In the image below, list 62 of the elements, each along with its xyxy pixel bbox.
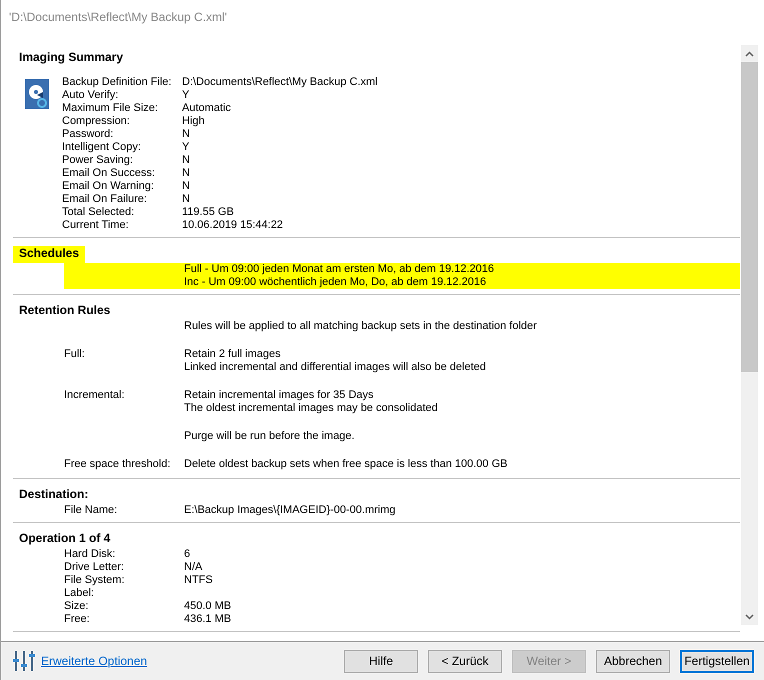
scroll-up-icon[interactable] (745, 50, 754, 56)
wizard-button[interactable]: Abbrechen (596, 650, 670, 672)
sliders-icon (13, 651, 35, 671)
advanced-options-link[interactable]: Erweiterte Optionen (41, 654, 148, 668)
field-label: Email On Success: (62, 167, 156, 180)
field-value: N (181, 167, 191, 180)
field-value: Y (181, 89, 190, 102)
field-label: Hard Disk: (64, 548, 116, 561)
field-value: Retain 2 full images (183, 348, 282, 361)
field-value: N (181, 128, 191, 141)
field-label: Drive Letter: (64, 561, 125, 574)
field-value: E:\Backup Images\{IMAGEID}-00-00.mrimg (183, 504, 397, 517)
field-value: N (181, 193, 191, 206)
field-value: High (181, 115, 206, 128)
scrollbar[interactable] (741, 45, 758, 625)
field-label: Full: (64, 348, 86, 362)
scroll-down-icon[interactable] (745, 614, 754, 620)
field-label: Free: (64, 613, 91, 626)
field-value: D:\Documents\Reflect\My Backup C.xml (181, 76, 379, 89)
field-label: Total Selected: (62, 206, 136, 219)
wizard-button[interactable]: Fertigstellen (680, 650, 754, 672)
field-label: Email On Failure: (62, 193, 148, 206)
field-value: Delete oldest backup sets when free space is less than 100.00 GB (183, 458, 508, 471)
field-value: 6 (183, 548, 192, 561)
field-label: Maximum File Size: (62, 102, 159, 115)
field-label: Incremental: (64, 389, 126, 403)
field-label: Email On Warning: (62, 180, 155, 193)
section-title: Retention Rules (18, 303, 112, 319)
field-value: Automatic (181, 102, 232, 115)
field-label: Current Time: (62, 219, 130, 232)
field-value: The oldest incremental images may be consolidated (183, 402, 439, 415)
section-title: Destination: (18, 487, 90, 503)
field-value: Y (181, 141, 190, 154)
field-label: Password: (62, 128, 114, 141)
field-value: N (181, 154, 191, 167)
field-value: 436.1 MB (183, 613, 232, 626)
field-label: File System: (64, 574, 126, 587)
field-value: NTFS (183, 574, 214, 587)
field-value: Retain incremental images for 35 Days (183, 389, 375, 402)
field-label: Free space threshold: (64, 458, 172, 471)
section-title: Schedules (13, 246, 86, 263)
wizard-button[interactable]: < Zurück (428, 650, 502, 672)
field-value: 10.06.2019 15:44:22 (181, 219, 284, 232)
field-label: Size: (64, 600, 90, 613)
window-title: 'D:\Documents\Reflect\My Backup C.xml' (8, 9, 228, 26)
wizard-button[interactable]: Hilfe (344, 650, 418, 672)
field-label: Compression: (62, 115, 131, 128)
field-label: Power Saving: (62, 154, 134, 167)
field-label: Backup Definition File: (62, 76, 172, 89)
field-value: Linked incremental and differential images will also be deleted (183, 361, 487, 374)
field-value: Rules will be applied to all matching backup sets in the destination folder (183, 320, 538, 333)
field-value: N (181, 180, 191, 193)
field-label: File Name: (64, 504, 118, 517)
section-title: Imaging Summary (18, 50, 124, 66)
field-value: Purge will be run before the image. (183, 430, 356, 443)
field-value: N/A (183, 561, 204, 574)
field-label: Label: (64, 587, 95, 600)
section-title: Operation 1 of 4 (18, 531, 112, 547)
field-value: 119.55 GB (181, 206, 235, 219)
field-label: Auto Verify: (62, 89, 120, 102)
field-label: Intelligent Copy: (62, 141, 142, 154)
field-value: 450.0 MB (183, 600, 232, 613)
